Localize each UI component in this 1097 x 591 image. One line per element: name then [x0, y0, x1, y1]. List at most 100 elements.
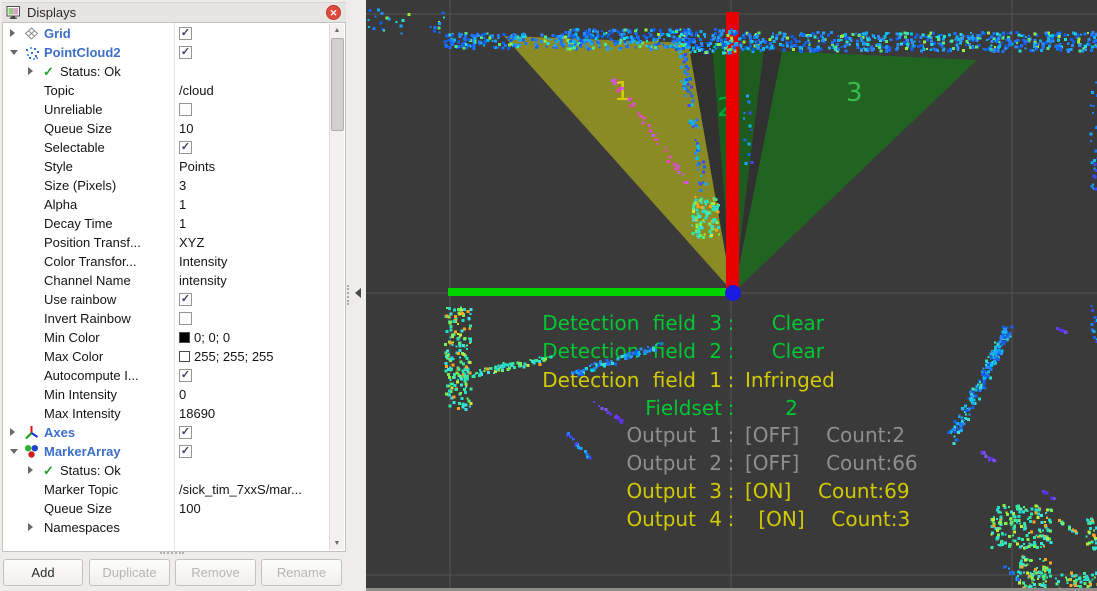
expander-icon[interactable]: [28, 466, 33, 474]
panel-header[interactable]: Displays ✕: [2, 2, 346, 22]
tree-row[interactable]: Invert Rainbow: [3, 309, 329, 328]
row-value[interactable]: ✓: [179, 442, 192, 461]
row-value[interactable]: 18690: [179, 404, 215, 423]
row-value[interactable]: Intensity: [179, 252, 227, 271]
checkbox[interactable]: [179, 312, 192, 325]
tree-row[interactable]: Max Intensity 18690: [3, 404, 329, 423]
panel-resize-grip[interactable]: [160, 552, 184, 557]
tree-row[interactable]: Axes ✓: [3, 423, 329, 442]
row-value[interactable]: 100: [179, 499, 201, 518]
row-label: Namespaces: [44, 518, 120, 537]
scroll-down-icon[interactable]: ▼: [330, 537, 344, 550]
tree-row[interactable]: Style Points: [3, 157, 329, 176]
tree-row[interactable]: ✓ Status: Ok: [3, 461, 329, 480]
tree-row[interactable]: Topic /cloud: [3, 81, 329, 100]
row-value[interactable]: intensity: [179, 271, 227, 290]
expander-icon[interactable]: [10, 29, 15, 37]
row-value[interactable]: [179, 100, 192, 119]
row-label: MarkerArray: [44, 442, 121, 461]
tree-row[interactable]: Size (Pixels) 3: [3, 176, 329, 195]
checkbox[interactable]: ✓: [179, 293, 192, 306]
expander-icon[interactable]: [28, 67, 33, 75]
tree-row[interactable]: Queue Size 100: [3, 499, 329, 518]
tree-row[interactable]: Max Color 255; 255; 255: [3, 347, 329, 366]
row-value[interactable]: 1: [179, 214, 186, 233]
panel-title: Displays: [27, 5, 76, 20]
tree-row[interactable]: Selectable ✓: [3, 138, 329, 157]
detection-field-1-label: 1: [614, 77, 631, 107]
tree-row[interactable]: Grid ✓: [3, 24, 329, 43]
scrollbar[interactable]: ▲ ▼: [329, 24, 344, 550]
tree-row[interactable]: Namespaces: [3, 518, 329, 537]
tree-row[interactable]: Alpha 1: [3, 195, 329, 214]
row-label: Autocompute I...: [44, 366, 139, 385]
tree-row[interactable]: Queue Size 10: [3, 119, 329, 138]
checkbox[interactable]: ✓: [179, 369, 192, 382]
row-value[interactable]: ✓: [179, 24, 192, 43]
collapse-panel-icon[interactable]: [355, 288, 361, 298]
row-value[interactable]: 0: [179, 385, 186, 404]
tree-row[interactable]: Marker Topic /sick_tim_7xxS/mar...: [3, 480, 329, 499]
tree-row[interactable]: ✓ Status: Ok: [3, 62, 329, 81]
row-value[interactable]: [179, 309, 192, 328]
row-value[interactable]: 0; 0; 0: [179, 328, 230, 347]
row-value[interactable]: ✓: [179, 43, 192, 62]
add-button[interactable]: Add: [3, 559, 83, 586]
3d-viewport[interactable]: 123 Detection field 3: ClearDetection fi…: [366, 0, 1097, 591]
row-label: Invert Rainbow: [44, 309, 131, 328]
row-value[interactable]: Points: [179, 157, 215, 176]
row-value[interactable]: ✓: [179, 138, 192, 157]
tree-row[interactable]: Position Transf... XYZ: [3, 233, 329, 252]
row-label: Min Intensity: [44, 385, 117, 404]
row-value[interactable]: XYZ: [179, 233, 204, 252]
tree-row[interactable]: Decay Time 1: [3, 214, 329, 233]
dock-splitter[interactable]: [346, 0, 366, 591]
row-label: Max Intensity: [44, 404, 121, 423]
tree-row[interactable]: Channel Name intensity: [3, 271, 329, 290]
status-ok-icon: ✓: [43, 463, 58, 478]
origin-marker: [725, 285, 741, 301]
checkbox[interactable]: [179, 103, 192, 116]
tree-row[interactable]: PointCloud2 ✓: [3, 43, 329, 62]
tree-row[interactable]: Min Intensity 0: [3, 385, 329, 404]
row-value[interactable]: /sick_tim_7xxS/mar...: [179, 480, 302, 499]
close-icon[interactable]: ✕: [326, 5, 341, 20]
row-label: Size (Pixels): [44, 176, 116, 195]
row-value[interactable]: ✓: [179, 290, 192, 309]
checkbox[interactable]: ✓: [179, 141, 192, 154]
row-value[interactable]: 255; 255; 255: [179, 347, 274, 366]
row-value[interactable]: 10: [179, 119, 193, 138]
tree-row[interactable]: Min Color 0; 0; 0: [3, 328, 329, 347]
scene-layer: 123: [366, 0, 1097, 591]
row-value[interactable]: ✓: [179, 366, 192, 385]
expander-icon[interactable]: [10, 449, 18, 454]
expander-icon[interactable]: [28, 523, 33, 531]
y-axis-bar: [448, 288, 726, 296]
tree-row[interactable]: Color Transfor... Intensity: [3, 252, 329, 271]
x-axis-bar: [726, 12, 739, 294]
row-label: Position Transf...: [44, 233, 141, 252]
row-value[interactable]: 3: [179, 176, 186, 195]
checkbox[interactable]: ✓: [179, 426, 192, 439]
row-label: Axes: [44, 423, 75, 442]
tree-rows: Grid ✓ PointCloud2 ✓ ✓ Status: Ok Topic …: [3, 24, 329, 537]
scroll-up-icon[interactable]: ▲: [330, 24, 344, 37]
scrollbar-thumb[interactable]: [331, 38, 344, 131]
row-value[interactable]: /cloud: [179, 81, 214, 100]
duplicate-button[interactable]: Duplicate: [89, 559, 170, 586]
checkbox[interactable]: ✓: [179, 445, 192, 458]
rename-button[interactable]: Rename: [261, 559, 342, 586]
row-value[interactable]: 1: [179, 195, 186, 214]
displays-panel: Displays ✕ Grid ✓ PointCloud2 ✓ ✓ Status…: [0, 0, 366, 591]
tree-row[interactable]: Use rainbow ✓: [3, 290, 329, 309]
row-value[interactable]: ✓: [179, 423, 192, 442]
expander-icon[interactable]: [10, 50, 18, 55]
tree-row[interactable]: Autocompute I... ✓: [3, 366, 329, 385]
splitter-grip[interactable]: [347, 285, 351, 305]
tree-row[interactable]: MarkerArray ✓: [3, 442, 329, 461]
checkbox[interactable]: ✓: [179, 46, 192, 59]
expander-icon[interactable]: [10, 428, 15, 436]
checkbox[interactable]: ✓: [179, 27, 192, 40]
tree-row[interactable]: Unreliable: [3, 100, 329, 119]
remove-button[interactable]: Remove: [175, 559, 256, 586]
